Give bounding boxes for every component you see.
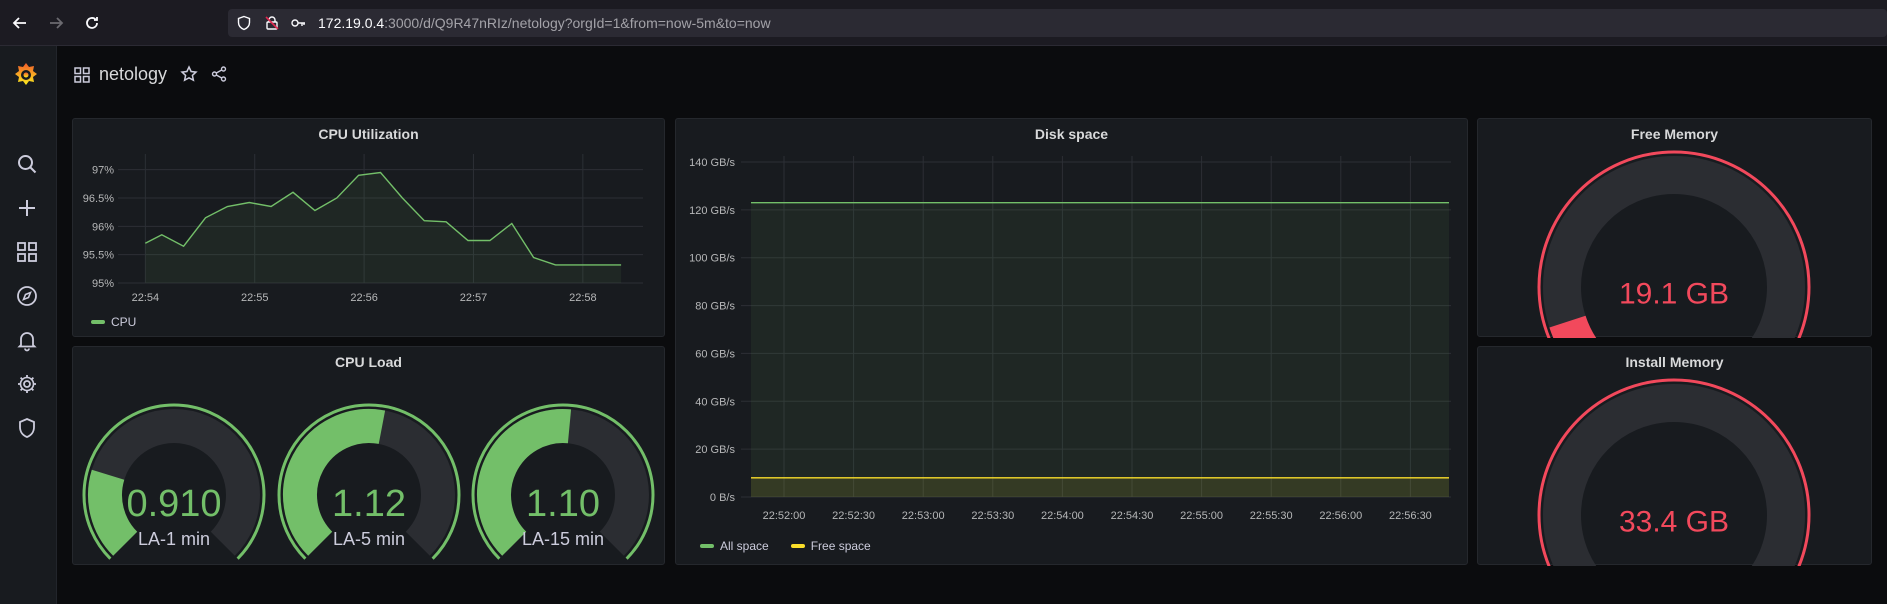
cpu-load-panel[interactable]: CPU Load 0.910 LA-1 min 1.12 LA-5 min 1.10 LA…	[72, 346, 665, 565]
chart-legend[interactable]: All space Free space	[700, 539, 871, 553]
dashboard-title[interactable]: netology	[99, 64, 167, 85]
x-tick-label: 22:55	[241, 292, 269, 304]
dashboards-icon[interactable]	[15, 240, 39, 264]
forward-icon[interactable]	[44, 11, 68, 35]
url-path: :3000/d/Q9R47nRIz/netology?orgId=1&from=…	[384, 15, 771, 31]
explore-compass-icon[interactable]	[15, 284, 39, 308]
y-tick-label: 96.5%	[83, 193, 114, 205]
cpu-area	[145, 172, 622, 283]
x-tick-label: 22:52:00	[763, 510, 806, 522]
x-tick-label: 22:52:30	[832, 510, 875, 522]
legend-label: All space	[720, 539, 769, 553]
dashboards-icon[interactable]	[73, 66, 91, 89]
dashboard-header: netology	[57, 46, 1887, 116]
disk-space-panel[interactable]: Disk space 140 GB/s 120 GB/s 100 GB/s 80 GB…	[675, 118, 1468, 565]
gauge-label: LA-15 min	[522, 529, 604, 549]
gauge-fill	[1549, 315, 1597, 338]
legend-swatch	[790, 544, 805, 548]
y-tick-label: 120 GB/s	[689, 205, 735, 217]
gauge-track	[1543, 156, 1805, 338]
cpu-load-gauges: 0.910 LA-1 min 1.12 LA-5 min 1.10 LA-15 min	[82, 403, 655, 560]
cpu-utilization-chart: 97% 96.5% 96% 95.5% 95% 22:54 22:55 22:56 22:57 2…	[83, 154, 643, 304]
url-bar[interactable]: 172.19.0.4:3000/d/Q9R47nRIz/netology?org…	[228, 9, 1887, 37]
url-host: 172.19.0.4	[318, 15, 385, 31]
y-tick-label: 95%	[92, 278, 114, 290]
legend-label: Free space	[810, 539, 871, 553]
y-tick-label: 100 GB/s	[689, 253, 735, 265]
y-tick-label: 96%	[92, 221, 114, 233]
x-tick-label: 22:55:00	[1180, 510, 1223, 522]
shield-icon[interactable]	[236, 15, 252, 31]
settings-gear-icon[interactable]	[15, 372, 39, 396]
y-tick-label: 0 B/s	[710, 492, 736, 504]
gauge-label: LA-5 min	[333, 529, 405, 549]
gauge-value: 1.10	[526, 483, 600, 525]
y-tick-label: 95.5%	[83, 250, 114, 262]
plus-icon[interactable]	[15, 196, 39, 220]
legend-swatch	[700, 544, 714, 548]
insecure-lock-icon[interactable]	[264, 15, 280, 31]
gauge-fill	[88, 469, 138, 556]
url-text[interactable]: 172.19.0.4:3000/d/Q9R47nRIz/netology?org…	[318, 15, 771, 31]
x-tick-label: 22:54:30	[1111, 510, 1154, 522]
free-memory-panel[interactable]: Free Memory 19.1 GB	[1477, 118, 1872, 338]
key-icon[interactable]	[290, 15, 306, 31]
x-tick-label: 22:54	[132, 292, 160, 304]
x-tick-label: 22:58	[569, 292, 597, 304]
all-space-area	[751, 202, 1449, 497]
browser-toolbar: 172.19.0.4:3000/d/Q9R47nRIz/netology?org…	[0, 0, 1887, 46]
side-menu	[0, 46, 57, 604]
disk-space-chart: 140 GB/s 120 GB/s 100 GB/s 80 GB/s 60 GB/s 40…	[689, 156, 1451, 522]
gauge-value: 19.1 GB	[1619, 278, 1729, 311]
alerting-bell-icon[interactable]	[15, 328, 39, 352]
gauge-value: 33.4 GB	[1619, 506, 1729, 539]
legend-label: CPU	[111, 315, 137, 329]
search-icon[interactable]	[15, 152, 39, 176]
reload-icon[interactable]	[80, 11, 104, 35]
back-icon[interactable]	[8, 11, 32, 35]
x-tick-label: 22:56:30	[1389, 510, 1432, 522]
gauge-value: 0.910	[126, 483, 221, 525]
install-memory-gauge: 33.4 GB	[1537, 378, 1811, 566]
x-tick-label: 22:55:30	[1250, 510, 1293, 522]
x-tick-label: 22:53:30	[971, 510, 1014, 522]
free-space-area	[751, 477, 1449, 497]
star-icon[interactable]	[180, 65, 198, 88]
share-icon[interactable]	[210, 65, 228, 88]
legend-swatch	[91, 320, 105, 324]
y-tick-label: 40 GB/s	[695, 396, 735, 408]
y-tick-label: 80 GB/s	[695, 301, 735, 313]
gauge-track	[1543, 384, 1805, 566]
cpu-utilization-panel[interactable]: CPU Utilization 97% 96.5% 96% 95.5% 95% 22:54…	[72, 118, 665, 337]
grafana-logo-icon[interactable]	[12, 60, 40, 90]
gauge-value: 1.12	[332, 483, 406, 525]
x-tick-label: 22:56:00	[1319, 510, 1362, 522]
x-tick-label: 22:53:00	[902, 510, 945, 522]
chart-legend[interactable]: CPU	[91, 315, 136, 329]
x-tick-label: 22:54:00	[1041, 510, 1084, 522]
y-tick-label: 20 GB/s	[695, 444, 735, 456]
x-tick-label: 22:56	[350, 292, 378, 304]
y-tick-label: 140 GB/s	[689, 157, 735, 169]
install-memory-panel[interactable]: Install Memory 33.4 GB	[1477, 346, 1872, 566]
y-tick-label: 97%	[92, 165, 114, 177]
free-memory-gauge: 19.1 GB	[1537, 150, 1811, 338]
gauge-label: LA-1 min	[138, 529, 210, 549]
server-admin-shield-icon[interactable]	[15, 416, 39, 440]
x-tick-label: 22:57	[460, 292, 488, 304]
y-tick-label: 60 GB/s	[695, 348, 735, 360]
